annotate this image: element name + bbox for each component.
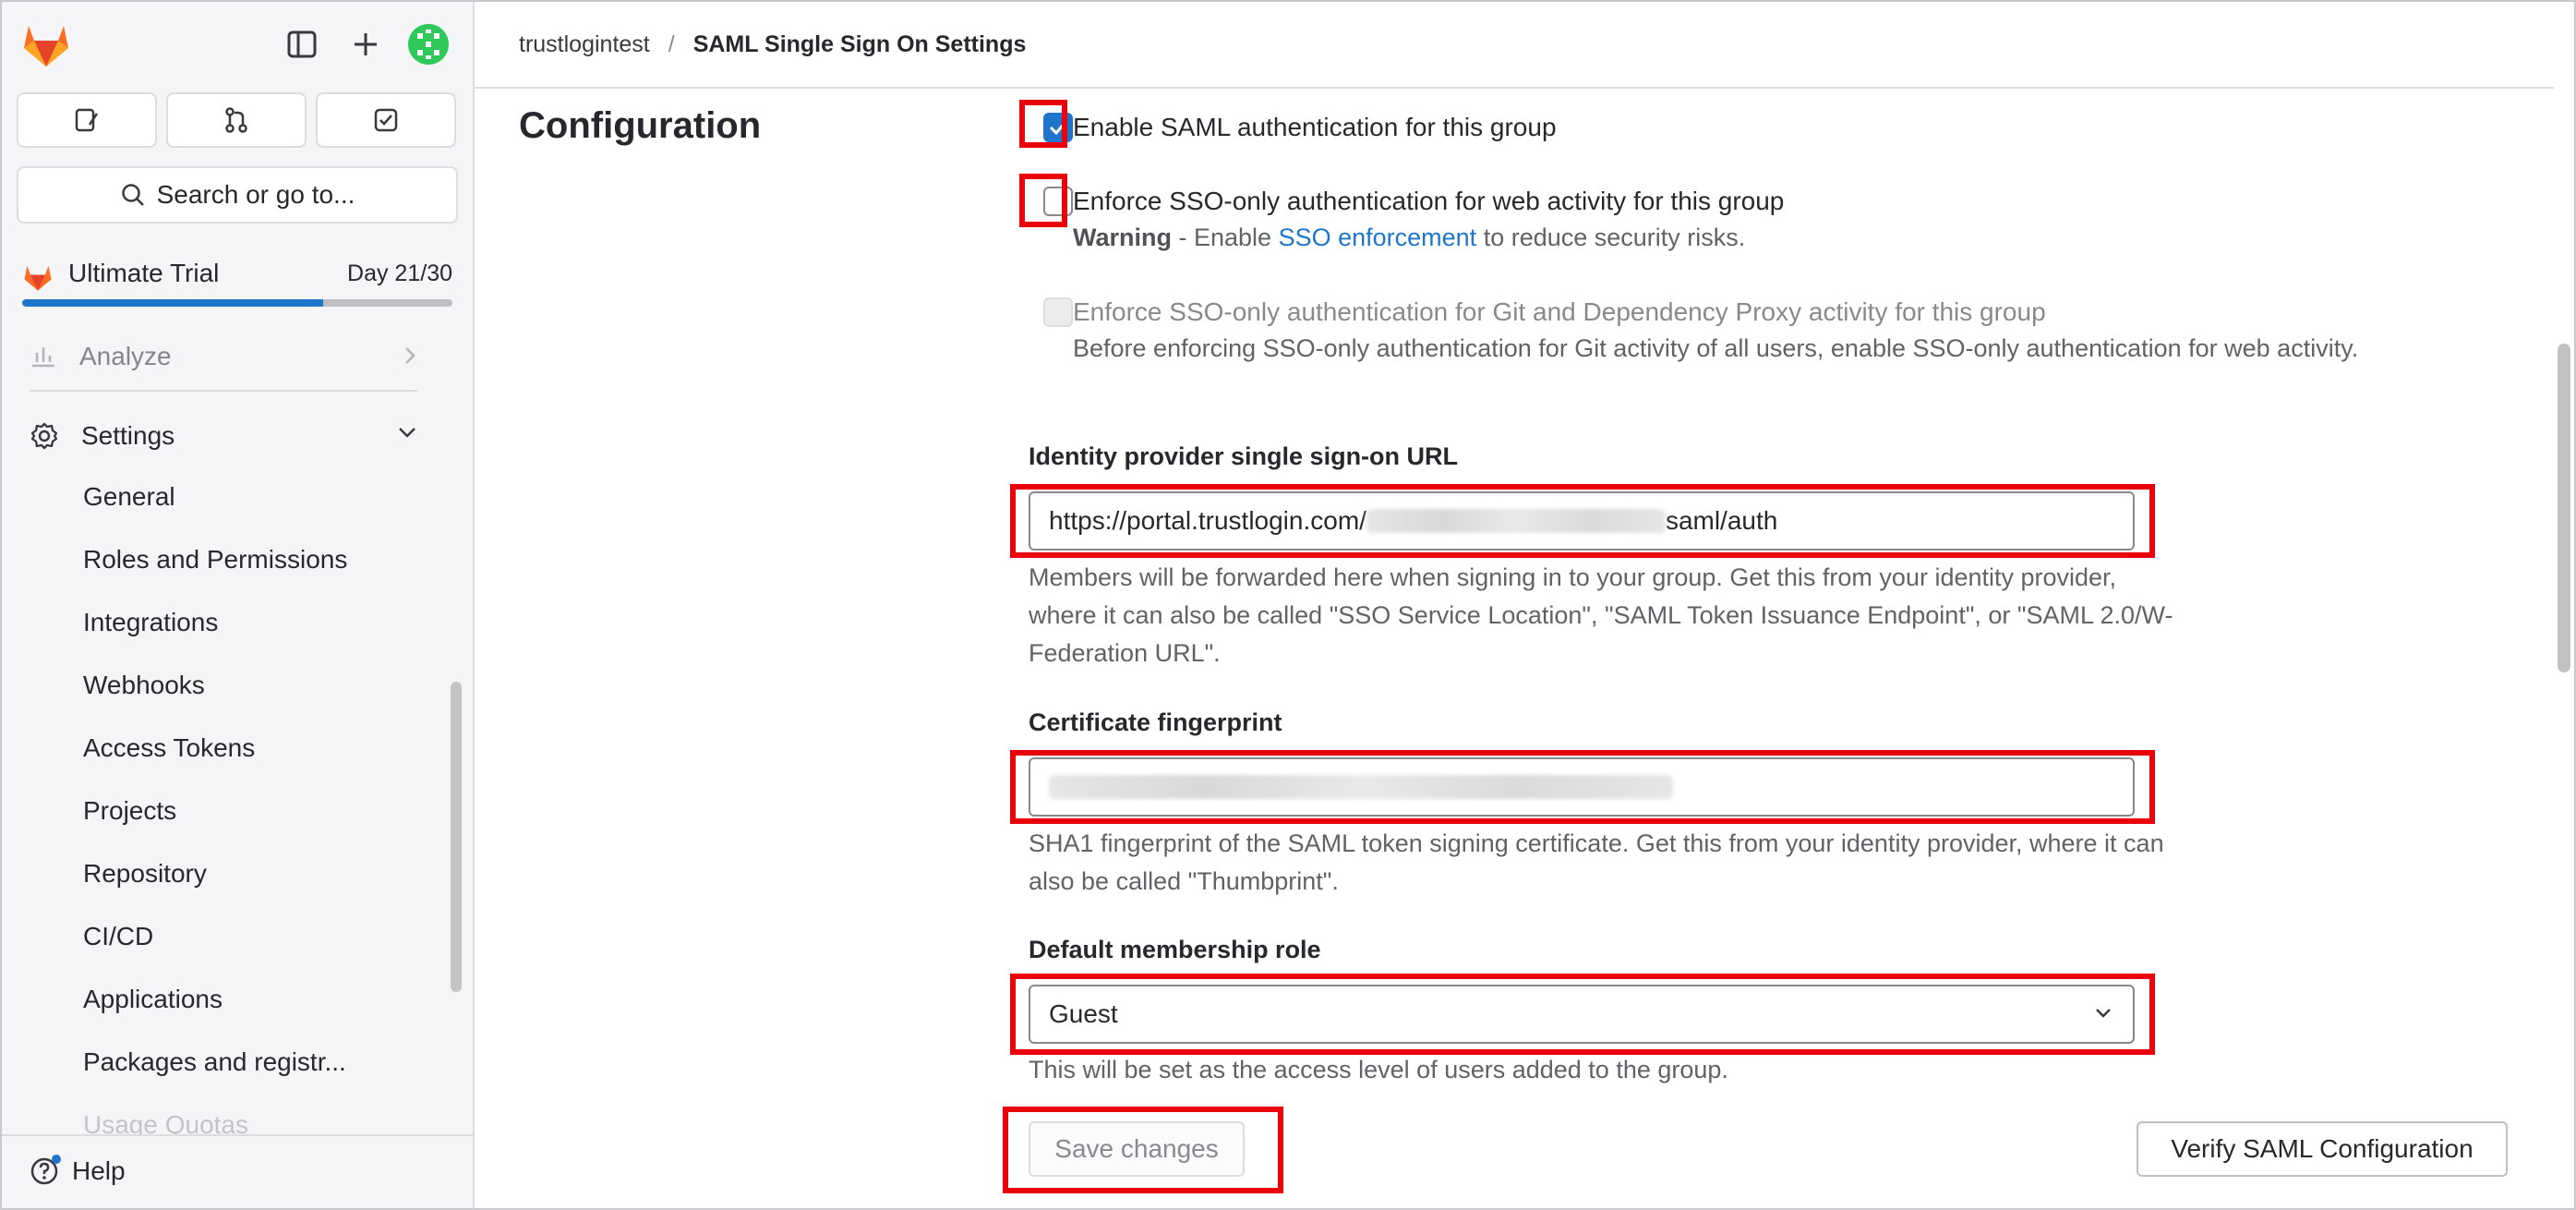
sidebar-item-ci-cd[interactable]: CI/CD bbox=[83, 918, 153, 955]
todos-button[interactable] bbox=[316, 92, 456, 148]
sidebar-item-general[interactable]: General bbox=[83, 478, 175, 515]
help-label: Help bbox=[72, 1156, 126, 1185]
sidebar-item-settings[interactable]: Settings bbox=[30, 408, 417, 464]
warning-text-prefix: - Enable bbox=[1172, 224, 1279, 251]
sidebar-item-access-tokens[interactable]: Access Tokens bbox=[83, 730, 255, 767]
trial-day-count: Day 21/30 bbox=[347, 260, 452, 286]
trial-progress-bar bbox=[22, 299, 452, 307]
sidebar-footer: Help bbox=[2, 1134, 473, 1208]
sidebar-item-label: Analyze bbox=[79, 342, 172, 370]
sidebar-item-applications[interactable]: Applications bbox=[83, 981, 223, 1018]
sidebar-item-webhooks[interactable]: Webhooks bbox=[83, 667, 205, 704]
sidebar-item-roles-permissions[interactable]: Roles and Permissions bbox=[83, 541, 347, 578]
cert-fingerprint-label: Certificate fingerprint bbox=[1029, 708, 1282, 736]
breadcrumb: trustlogintest / SAML Single Sign On Set… bbox=[475, 2, 2554, 89]
issues-button[interactable] bbox=[17, 92, 157, 148]
sidebar-divider bbox=[30, 390, 417, 392]
sidebar-item-usage-quotas[interactable]: Usage Quotas bbox=[83, 1107, 248, 1134]
chevron-down-icon bbox=[399, 428, 415, 438]
main-content: trustlogintest / SAML Single Sign On Set… bbox=[475, 2, 2574, 1208]
section-title: Configuration bbox=[519, 105, 762, 146]
membership-role-label: Default membership role bbox=[1029, 936, 1321, 963]
trial-progress-fill bbox=[22, 299, 324, 307]
enforce-sso-web-checkbox[interactable] bbox=[1043, 187, 1073, 216]
search-label: Search or go to... bbox=[156, 180, 355, 209]
redacted-value bbox=[1366, 509, 1666, 533]
enforce-sso-git-label: Enforce SSO-only authentication for Git … bbox=[1073, 297, 2046, 326]
search-icon bbox=[121, 184, 144, 206]
sidebar-item-projects[interactable]: Projects bbox=[83, 793, 176, 829]
gitlab-logo[interactable] bbox=[20, 20, 72, 68]
enforce-sso-web-warning: Warning - Enable SSO enforcement to redu… bbox=[1073, 222, 1745, 253]
idp-url-value-suffix: saml/auth bbox=[1665, 506, 1778, 535]
analytics-icon bbox=[32, 347, 54, 368]
enable-saml-checkbox[interactable] bbox=[1043, 113, 1073, 142]
sidebar-item-packages-registries[interactable]: Packages and registr... bbox=[83, 1044, 346, 1081]
main-scrollbar[interactable] bbox=[2558, 344, 2570, 672]
chevron-down-icon bbox=[2096, 1009, 2111, 1018]
membership-role-value: Guest bbox=[1049, 999, 1118, 1028]
save-changes-button[interactable]: Save changes bbox=[1029, 1121, 1245, 1177]
checkmark-icon bbox=[1049, 121, 1067, 136]
idp-url-help: Members will be forwarded here when sign… bbox=[1029, 563, 2173, 667]
idp-url-input[interactable]: https://portal.trustlogin.com/ saml/auth bbox=[1029, 491, 2135, 551]
membership-role-select[interactable]: Guest bbox=[1029, 985, 2135, 1044]
help-button[interactable]: Help bbox=[30, 1155, 126, 1186]
enforce-sso-web-label: Enforce SSO-only authentication for web … bbox=[1073, 187, 1785, 215]
warning-label: Warning bbox=[1073, 224, 1172, 251]
gear-icon bbox=[30, 422, 58, 450]
enforce-sso-git-checkbox[interactable] bbox=[1043, 297, 1073, 327]
sidebar-nav: Analyze Settings General Roles and Permi… bbox=[2, 331, 473, 1134]
sidebar-toggle-icon[interactable] bbox=[283, 25, 321, 64]
breadcrumb-current[interactable]: SAML Single Sign On Settings bbox=[693, 31, 1027, 58]
verify-saml-button[interactable]: Verify SAML Configuration bbox=[2137, 1121, 2508, 1177]
sidebar-scrollbar[interactable] bbox=[451, 682, 462, 992]
notification-dot bbox=[52, 1155, 61, 1164]
membership-role-help: This will be set as the access level of … bbox=[1029, 1056, 1728, 1083]
breadcrumb-group[interactable]: trustlogintest bbox=[519, 31, 650, 58]
cert-fingerprint-input[interactable] bbox=[1029, 757, 2135, 817]
sidebar-item-analyze[interactable]: Analyze bbox=[30, 336, 417, 377]
merge-requests-icon bbox=[225, 107, 247, 133]
cert-fingerprint-help: SHA1 fingerprint of the SAML token signi… bbox=[1029, 829, 2164, 895]
sidebar-item-repository[interactable]: Repository bbox=[83, 855, 207, 892]
sidebar: Search or go to... Ultimate Trial Day 21… bbox=[2, 2, 475, 1208]
todos-icon bbox=[374, 108, 398, 132]
sidebar-item-label: Settings bbox=[81, 421, 175, 450]
trial-name: Ultimate Trial bbox=[68, 259, 220, 287]
user-avatar[interactable] bbox=[408, 24, 449, 65]
merge-requests-button[interactable] bbox=[166, 92, 307, 148]
idp-url-value-prefix: https://portal.trustlogin.com/ bbox=[1049, 506, 1366, 535]
search-button[interactable]: Search or go to... bbox=[17, 166, 458, 224]
breadcrumb-separator: / bbox=[668, 30, 675, 57]
idp-url-label: Identity provider single sign-on URL bbox=[1029, 442, 1459, 470]
plus-icon[interactable] bbox=[346, 25, 385, 64]
enforce-sso-git-help: Before enforcing SSO-only authentication… bbox=[1073, 334, 2359, 362]
enable-saml-label: Enable SAML authentication for this grou… bbox=[1073, 113, 1557, 141]
help-icon bbox=[30, 1155, 61, 1186]
gitlab-trial-icon bbox=[24, 265, 52, 291]
sidebar-header bbox=[2, 2, 473, 87]
redacted-value bbox=[1049, 775, 1673, 799]
chevron-right-icon bbox=[405, 347, 415, 364]
sidebar-item-integrations[interactable]: Integrations bbox=[83, 604, 218, 641]
trial-widget[interactable]: Ultimate Trial Day 21/30 bbox=[22, 257, 452, 309]
issues-icon bbox=[75, 108, 99, 132]
warning-text-suffix: to reduce security risks. bbox=[1476, 224, 1746, 251]
sso-enforcement-link[interactable]: SSO enforcement bbox=[1279, 224, 1477, 251]
